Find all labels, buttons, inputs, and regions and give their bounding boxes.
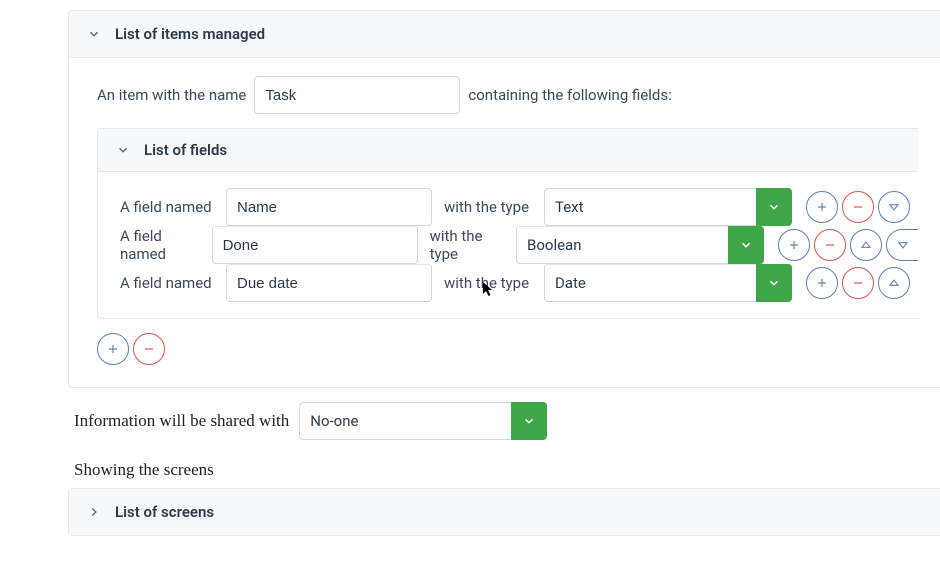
screens-panel: List of screens — [68, 488, 940, 536]
field-prefix-label: A field named — [120, 227, 204, 263]
chevron-down-icon — [87, 27, 101, 41]
item-name-input[interactable] — [254, 76, 460, 114]
fields-panel-title: List of fields — [144, 141, 227, 159]
dropdown-toggle-button[interactable] — [756, 264, 792, 302]
field-type-value: Date — [544, 264, 756, 302]
items-panel-title: List of items managed — [115, 25, 265, 43]
field-row: A field named with the type Date — [120, 264, 918, 302]
field-name-input[interactable] — [226, 264, 432, 302]
dropdown-toggle-button[interactable] — [511, 402, 547, 440]
field-type-prefix-label: with the type — [430, 227, 508, 263]
field-row: A field named with the type Boolean — [120, 226, 918, 264]
move-down-button[interactable] — [886, 229, 918, 261]
item-suffix-label: containing the following fields: — [468, 86, 671, 104]
chevron-right-icon — [87, 505, 101, 519]
items-panel-header[interactable]: List of items managed — [69, 11, 940, 58]
move-up-button[interactable] — [850, 229, 882, 261]
field-type-value: Text — [544, 188, 756, 226]
remove-field-button[interactable] — [814, 229, 846, 261]
field-type-prefix-label: with the type — [444, 274, 536, 292]
add-field-button[interactable] — [778, 229, 810, 261]
dropdown-toggle-button[interactable] — [756, 188, 792, 226]
remove-field-button[interactable] — [842, 267, 874, 299]
field-type-select[interactable]: Text — [544, 188, 792, 226]
add-field-button[interactable] — [806, 267, 838, 299]
add-field-button[interactable] — [806, 191, 838, 223]
chevron-down-icon — [116, 143, 130, 157]
fields-panel-header[interactable]: List of fields — [98, 129, 918, 172]
remove-item-button[interactable] — [133, 333, 165, 365]
field-name-input[interactable] — [226, 188, 432, 226]
move-up-button[interactable] — [878, 267, 910, 299]
field-prefix-label: A field named — [120, 198, 218, 216]
field-name-input[interactable] — [212, 226, 418, 264]
field-type-select[interactable]: Date — [544, 264, 792, 302]
move-down-button[interactable] — [878, 191, 910, 223]
field-type-prefix-label: with the type — [444, 198, 536, 216]
field-prefix-label: A field named — [120, 274, 218, 292]
share-select[interactable]: No-one — [299, 402, 547, 440]
field-type-value: Boolean — [516, 226, 728, 264]
field-row: A field named with the type Text — [120, 188, 918, 226]
item-prefix-label: An item with the name — [97, 86, 246, 104]
screens-heading: Showing the screens — [74, 460, 940, 480]
share-value: No-one — [299, 402, 511, 440]
add-item-button[interactable] — [97, 333, 129, 365]
share-prefix-label: Information will be shared with — [74, 411, 289, 431]
field-type-select[interactable]: Boolean — [516, 226, 764, 264]
remove-field-button[interactable] — [842, 191, 874, 223]
dropdown-toggle-button[interactable] — [728, 226, 764, 264]
items-panel: List of items managed An item with the n… — [68, 10, 940, 388]
fields-panel: List of fields A field named with the ty… — [97, 128, 918, 319]
screens-panel-header[interactable]: List of screens — [69, 489, 940, 535]
screens-panel-title: List of screens — [115, 503, 214, 521]
